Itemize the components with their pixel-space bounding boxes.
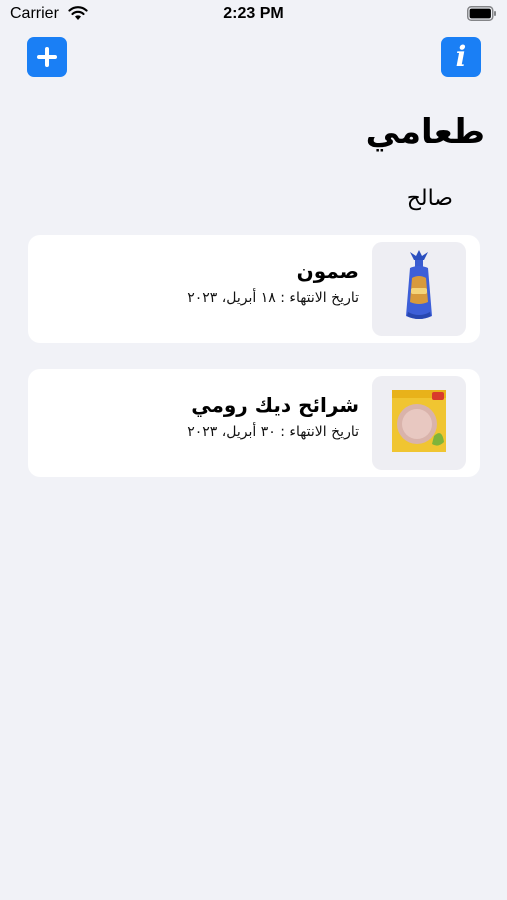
item-expiry-date: تاريخ الانتهاء : ٣٠ أبريل، ٢٠٢٣ bbox=[187, 424, 359, 440]
info-icon: i bbox=[455, 40, 467, 73]
bread-bag-image bbox=[372, 242, 466, 336]
plus-icon bbox=[37, 47, 57, 67]
food-item-card[interactable]: شرائح ديك رومي تاريخ الانتهاء : ٣٠ أبريل… bbox=[28, 369, 480, 477]
section-title: صالح bbox=[406, 186, 453, 211]
item-name: صمون bbox=[296, 259, 359, 283]
food-item-card[interactable]: صمون تاريخ الانتهاء : ١٨ أبريل، ٢٠٢٣ bbox=[28, 235, 480, 343]
battery-icon bbox=[467, 6, 496, 21]
add-button[interactable] bbox=[27, 37, 67, 77]
turkey-slices-package-image bbox=[372, 376, 466, 470]
page-title: طعامي bbox=[365, 112, 485, 152]
item-name: شرائح ديك رومي bbox=[191, 393, 359, 417]
clock: 2:23 PM bbox=[223, 5, 284, 22]
info-button[interactable]: i bbox=[441, 37, 481, 77]
status-bar: Carrier 2:23 PM bbox=[0, 0, 507, 30]
item-expiry-date: تاريخ الانتهاء : ١٨ أبريل، ٢٠٢٣ bbox=[187, 290, 359, 306]
